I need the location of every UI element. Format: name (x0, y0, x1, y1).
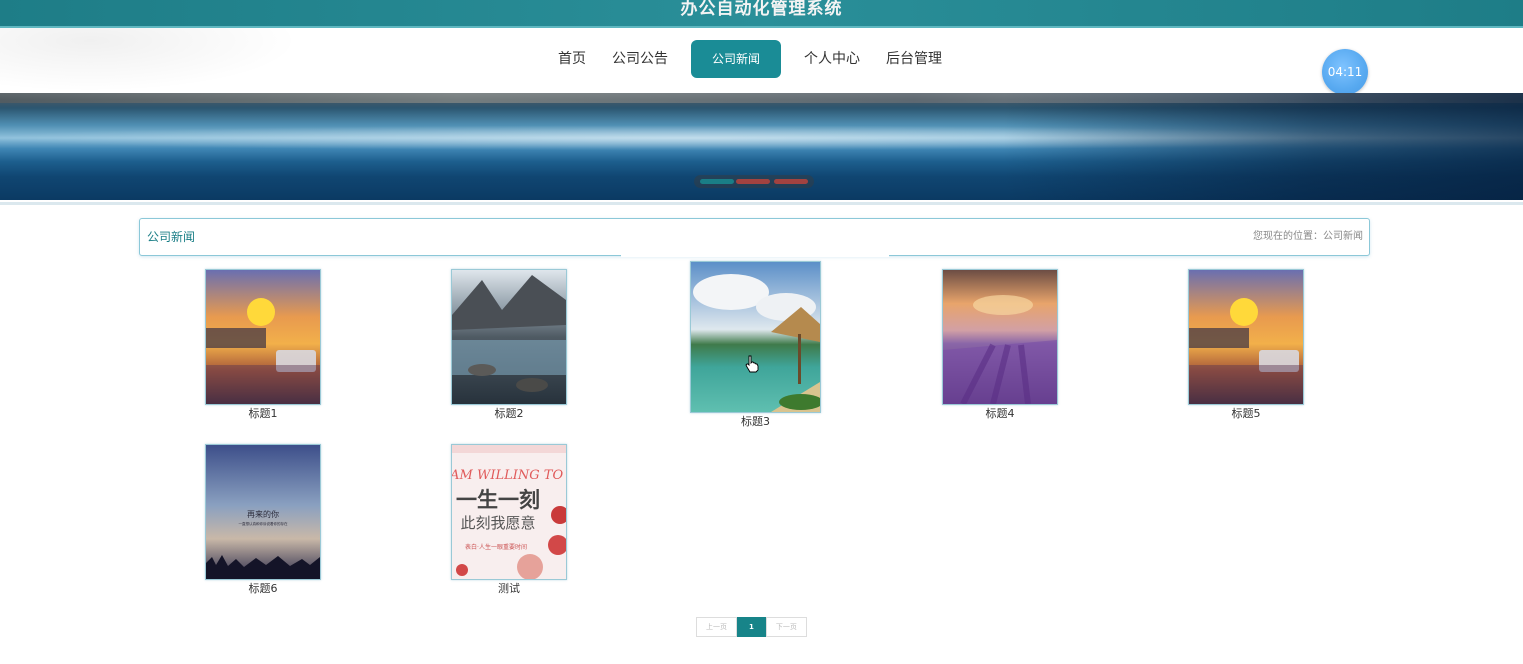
news-caption[interactable]: 标题2 (451, 407, 567, 421)
prev-page-button[interactable]: 上一页 (696, 617, 737, 637)
wedding-poster-image: I AM WILLING TO 一生一刻 此刻我愿意 表白·人生一眼重要时间 (452, 445, 566, 579)
section-title: 公司新闻 (147, 230, 196, 244)
news-thumbnail[interactable]: I AM WILLING TO 一生一刻 此刻我愿意 表白·人生一眼重要时间 (451, 444, 567, 580)
nav-item-news[interactable]: 公司新闻 (691, 40, 782, 78)
news-thumbnail[interactable] (942, 269, 1058, 405)
header-gap (621, 253, 889, 257)
news-thumbnail[interactable] (451, 269, 567, 405)
nav-item-profile[interactable]: 个人中心 (791, 40, 873, 78)
poster-english-text: I AM WILLING TO (452, 468, 563, 483)
news-thumbnail[interactable]: 再来的你 一直想认真和你诉说着你的存在 (205, 444, 321, 580)
nav-menu: 首页 公司公告 公司新闻 个人中心 后台管理 (545, 40, 955, 78)
banner-carousel (0, 93, 1523, 200)
news-caption[interactable]: 标题3 (690, 415, 821, 429)
carousel-dot-3[interactable] (774, 179, 808, 184)
news-card[interactable]: 标题5 (1188, 269, 1304, 421)
news-card[interactable]: 再来的你 一直想认真和你诉说着你的存在 标题6 (205, 444, 321, 596)
hand-cursor-icon (745, 355, 759, 373)
news-thumbnail[interactable] (690, 261, 821, 413)
current-page-button[interactable]: 1 (737, 617, 766, 637)
divider (0, 202, 1523, 205)
breadcrumb: 您现在的位置：公司新闻 (1253, 231, 1363, 242)
poster-title: 一生一刻 (456, 487, 540, 512)
news-thumbnail[interactable] (205, 269, 321, 405)
sunset-river-image (206, 270, 320, 404)
news-caption[interactable]: 标题1 (205, 407, 321, 421)
news-card[interactable]: 标题3 (690, 261, 821, 429)
news-card[interactable]: 标题2 (451, 269, 567, 421)
carousel-dot-2[interactable] (736, 179, 770, 184)
app-title-bar: 办公自动化管理系统 (0, 0, 1523, 28)
news-caption[interactable]: 标题5 (1188, 407, 1304, 421)
sunset-river-image (1189, 270, 1303, 404)
pagination: 上一页 1 下一页 (696, 617, 807, 637)
poster-subtitle: 此刻我愿意 (460, 514, 535, 532)
news-caption[interactable]: 标题4 (942, 407, 1058, 421)
news-thumbnail[interactable] (1188, 269, 1304, 405)
poster-caption: 表白·人生一眼重要时间 (465, 543, 527, 551)
nav-decoration (0, 28, 300, 92)
news-card[interactable]: I AM WILLING TO 一生一刻 此刻我愿意 表白·人生一眼重要时间 测… (451, 444, 567, 596)
carousel-dot-1[interactable] (700, 179, 734, 184)
mountain-river-image (452, 270, 566, 404)
section-header: 公司新闻 您现在的位置：公司新闻 (139, 218, 1370, 256)
news-card[interactable]: 标题1 (205, 269, 321, 421)
clock-widget: 04:11 (1322, 49, 1368, 95)
lavender-field-image (943, 270, 1057, 404)
nav-item-admin[interactable]: 后台管理 (873, 40, 955, 78)
beach-umbrella-image (691, 262, 820, 412)
poster-sky-title: 再来的你 (247, 509, 279, 519)
news-caption[interactable]: 标题6 (205, 582, 321, 596)
nav-item-announcements[interactable]: 公司公告 (599, 40, 681, 78)
twilight-sky-image: 再来的你 一直想认真和你诉说着你的存在 (206, 445, 320, 579)
next-page-button[interactable]: 下一页 (765, 617, 807, 637)
news-caption[interactable]: 测试 (451, 582, 567, 596)
nav-item-home[interactable]: 首页 (545, 40, 599, 78)
banner-shade (1003, 93, 1523, 200)
news-card[interactable]: 标题4 (942, 269, 1058, 421)
carousel-indicators (694, 175, 814, 188)
poster-sky-subtitle: 一直想认真和你诉说着你的存在 (239, 521, 288, 526)
app-title: 办公自动化管理系统 (680, 0, 843, 19)
